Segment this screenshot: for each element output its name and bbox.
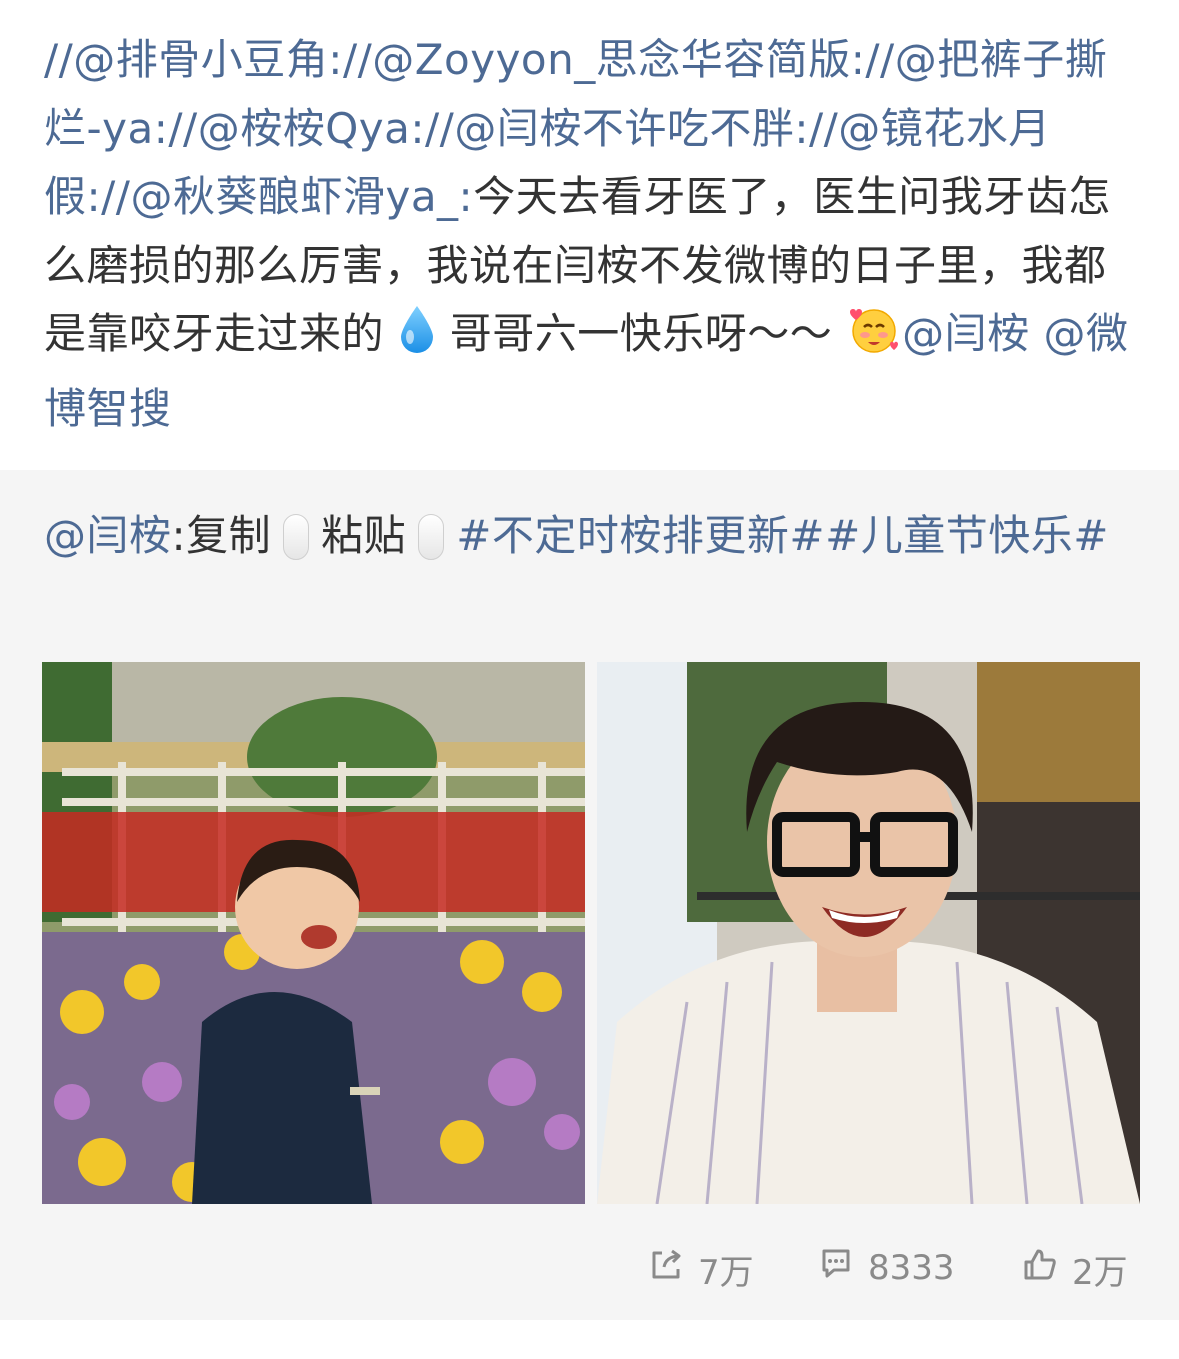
repost-count: 7万 xyxy=(698,1253,754,1293)
repost-card[interactable]: @闫桉:复制 粘贴 #不定时桉排更新##儿童节快乐# 7万 8333 2万 xyxy=(0,470,1179,1320)
repost-text: @闫桉:复制 粘贴 #不定时桉排更新##儿童节快乐# xyxy=(44,502,1134,570)
repost-button[interactable]: 7万 xyxy=(648,1245,754,1294)
child-photo[interactable] xyxy=(42,662,585,1204)
post-body: //@排骨小豆角://@Zoyyon_思念华容简版://@把裤子撕烂-ya://… xyxy=(44,26,1134,443)
like-count: 2万 xyxy=(1072,1253,1128,1293)
repost-text-copy: :复制 xyxy=(171,511,272,560)
mention-link[interactable]: //@秋葵酿虾滑ya_: xyxy=(101,172,473,221)
mention-link[interactable]: //@排骨小豆角: xyxy=(44,35,343,84)
repost-text-paste: 粘贴 xyxy=(321,511,407,560)
bottom-spacer xyxy=(0,1320,1179,1359)
comment-count: 8333 xyxy=(868,1247,955,1288)
mention-link[interactable]: //@Zoyyon_思念华容简版: xyxy=(343,35,865,84)
thumbs-up-icon xyxy=(1022,1247,1058,1292)
paste-key-icon xyxy=(283,514,310,560)
topic-links[interactable]: #不定时桉排更新##儿童节快乐# xyxy=(456,511,1109,560)
comment-button[interactable]: 8333 xyxy=(818,1245,955,1290)
droplet-emoji xyxy=(398,304,436,375)
comment-icon xyxy=(818,1245,854,1290)
paste-key-icon xyxy=(418,514,445,560)
post-text-greeting: 哥哥六一快乐呀～～ xyxy=(435,309,833,358)
mention-link[interactable]: @闫桉 xyxy=(902,309,1030,358)
share-icon xyxy=(648,1247,684,1292)
repost-author-link[interactable]: @闫桉 xyxy=(44,511,172,560)
mention-link[interactable]: //@闫桉不许吃不胖: xyxy=(425,104,809,153)
mention-link[interactable]: //@桉桉Qya: xyxy=(168,104,425,153)
shy-hearts-emoji xyxy=(846,304,902,375)
adult-photo[interactable] xyxy=(597,662,1140,1204)
action-bar: 7万 8333 2万 xyxy=(0,1245,1179,1305)
like-button[interactable]: 2万 xyxy=(1022,1245,1128,1294)
